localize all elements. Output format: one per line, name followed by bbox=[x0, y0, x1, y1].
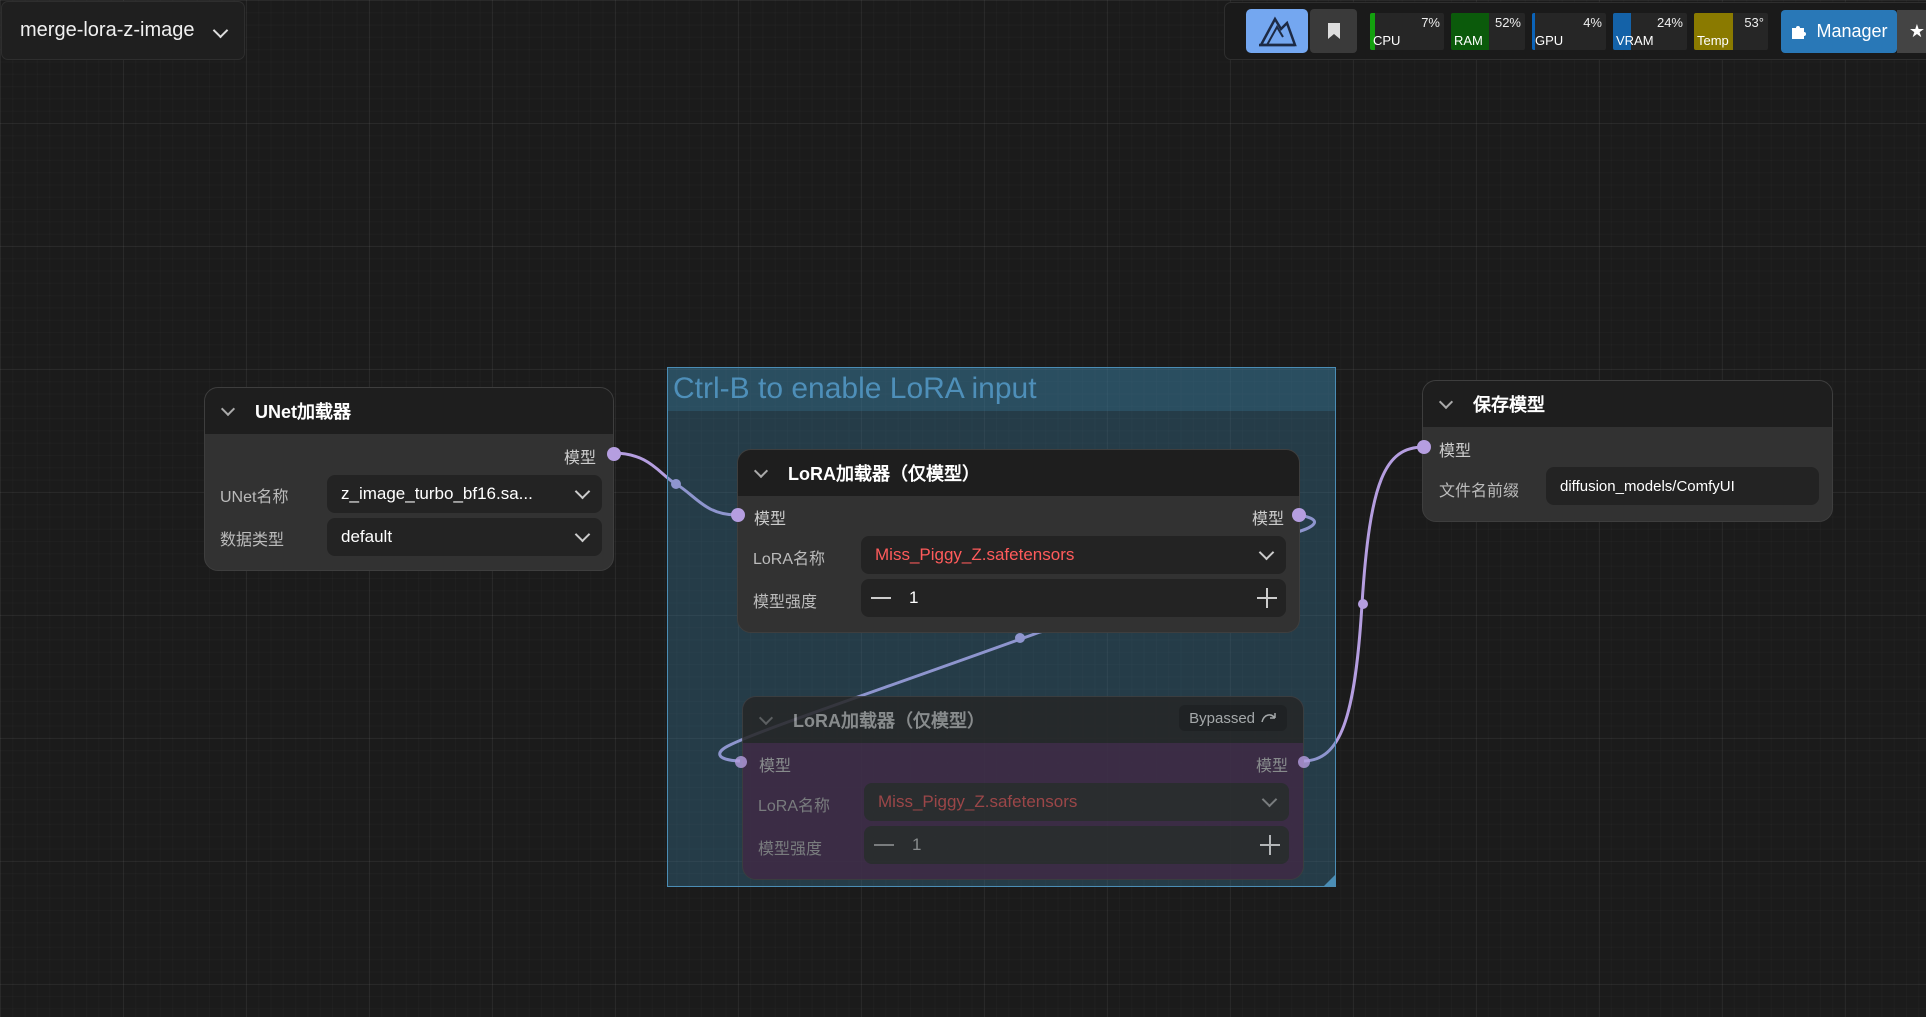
node-header[interactable]: LoRA加载器（仅模型） bbox=[738, 450, 1299, 496]
collapse-icon[interactable] bbox=[1438, 394, 1454, 409]
input-slot-label: 模型 bbox=[754, 511, 787, 528]
unet-output-slot[interactable] bbox=[607, 447, 621, 461]
lora2-output-slot[interactable] bbox=[1298, 756, 1310, 768]
widget-label: 模型强度 bbox=[753, 594, 818, 611]
dtype-value: default bbox=[341, 527, 393, 546]
minus-icon[interactable] bbox=[871, 597, 891, 599]
unet-name-value: z_image_turbo_bf16.sa... bbox=[341, 484, 533, 503]
strength-stepper[interactable]: 1 bbox=[864, 826, 1289, 864]
input-slot-label: 模型 bbox=[759, 758, 792, 775]
widget-label: 文件名前缀 bbox=[1439, 483, 1520, 500]
save-input-slot[interactable] bbox=[1417, 440, 1431, 454]
input-slot-label: 模型 bbox=[1439, 443, 1472, 460]
collapse-icon[interactable] bbox=[758, 710, 774, 725]
save-model-node[interactable]: 保存模型 模型 文件名前缀 diffusion_models/ComfyUI bbox=[1422, 380, 1833, 522]
group-resize-handle[interactable] bbox=[1324, 875, 1335, 886]
output-slot-label: 模型 bbox=[1251, 511, 1284, 528]
lora-name-select[interactable]: Miss_Piggy_Z.safetensors bbox=[864, 783, 1289, 821]
strength-stepper[interactable]: 1 bbox=[861, 579, 1286, 617]
filename-prefix-value[interactable]: diffusion_models/ComfyUI bbox=[1560, 478, 1805, 495]
collapse-icon[interactable] bbox=[220, 401, 236, 416]
chevron-down-icon bbox=[1258, 544, 1275, 561]
unet-loader-node[interactable]: UNet加载器 模型 UNet名称 z_image_turbo_bf16.sa.… bbox=[204, 387, 614, 571]
redirect-icon bbox=[1261, 713, 1276, 723]
widget-label: UNet名称 bbox=[220, 489, 289, 506]
widget-label: LoRA名称 bbox=[758, 798, 831, 815]
lora-name-select[interactable]: Miss_Piggy_Z.safetensors bbox=[861, 536, 1286, 574]
node-title: 保存模型 bbox=[1473, 395, 1545, 415]
output-slot-label: 模型 bbox=[563, 450, 596, 467]
lora-name-value: Miss_Piggy_Z.safetensors bbox=[878, 792, 1078, 811]
node-title: UNet加载器 bbox=[255, 402, 352, 422]
lora-loader-node-bypassed[interactable]: LoRA加载器（仅模型） Bypassed 模型 模型 LoRA名称 Miss_… bbox=[742, 696, 1304, 880]
strength-value[interactable]: 1 bbox=[909, 588, 918, 608]
widget-label: 模型强度 bbox=[758, 841, 823, 858]
node-header[interactable]: 保存模型 bbox=[1423, 381, 1832, 427]
plus-icon[interactable] bbox=[1260, 835, 1280, 855]
widget-label: 数据类型 bbox=[220, 532, 285, 549]
bypassed-badge[interactable]: Bypassed bbox=[1179, 705, 1287, 731]
minus-icon[interactable] bbox=[874, 844, 894, 846]
lora1-output-slot[interactable] bbox=[1292, 508, 1306, 522]
group-title: Ctrl-B to enable LoRA input bbox=[673, 372, 1037, 405]
node-title: LoRA加载器（仅模型） bbox=[793, 711, 985, 731]
node-header[interactable]: UNet加载器 bbox=[205, 388, 613, 434]
lora-loader-node[interactable]: LoRA加载器（仅模型） 模型 模型 LoRA名称 Miss_Piggy_Z.s… bbox=[737, 449, 1300, 633]
output-slot-label: 模型 bbox=[1255, 758, 1288, 775]
bypassed-label: Bypassed bbox=[1189, 709, 1255, 727]
chevron-down-icon bbox=[574, 483, 591, 500]
lora2-input-slot[interactable] bbox=[735, 756, 747, 768]
filename-prefix-input[interactable]: diffusion_models/ComfyUI bbox=[1546, 467, 1819, 505]
chevron-down-icon bbox=[574, 526, 591, 543]
lora1-input-slot[interactable] bbox=[731, 508, 745, 522]
lora-name-value: Miss_Piggy_Z.safetensors bbox=[875, 545, 1075, 564]
dtype-select[interactable]: default bbox=[327, 518, 602, 556]
unet-name-select[interactable]: z_image_turbo_bf16.sa... bbox=[327, 475, 602, 513]
chevron-down-icon bbox=[1261, 791, 1278, 808]
widget-label: LoRA名称 bbox=[753, 551, 826, 568]
node-title: LoRA加载器（仅模型） bbox=[788, 464, 980, 484]
reroute-dot bbox=[1358, 599, 1368, 609]
plus-icon[interactable] bbox=[1257, 588, 1277, 608]
strength-value[interactable]: 1 bbox=[912, 835, 921, 855]
collapse-icon[interactable] bbox=[753, 463, 769, 478]
